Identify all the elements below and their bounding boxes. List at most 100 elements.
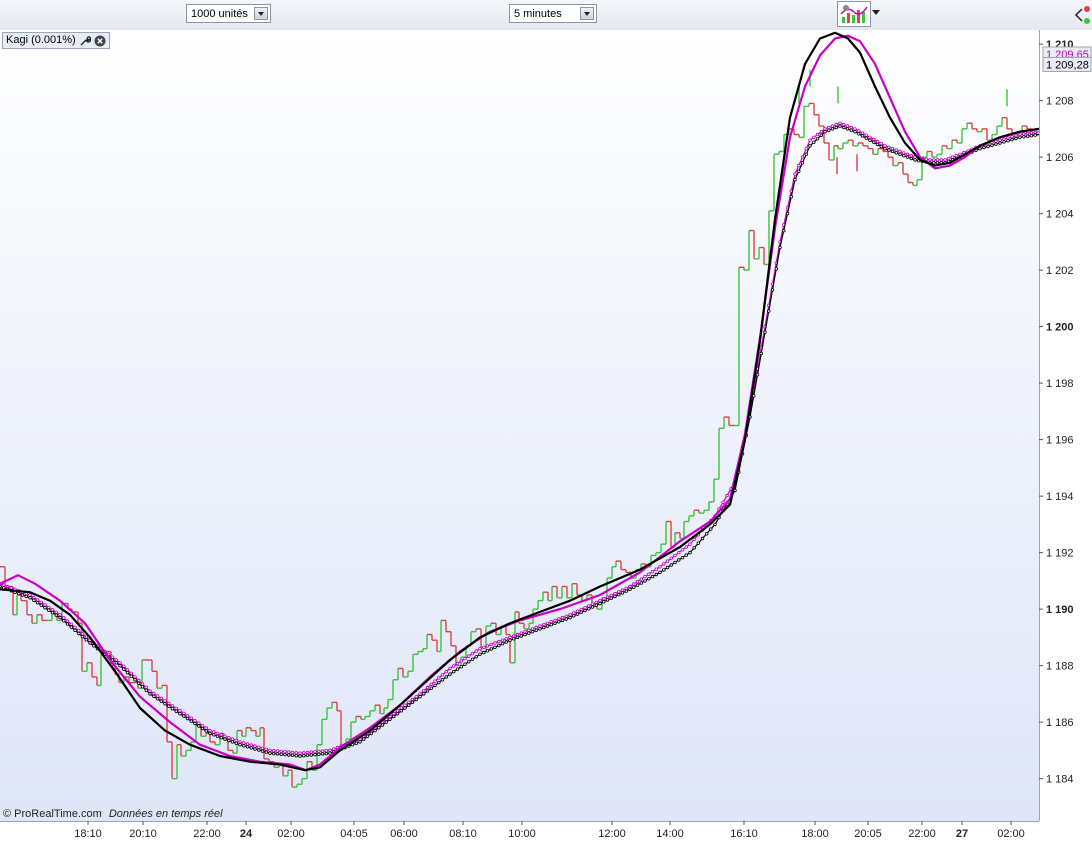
dotted-average-marker bbox=[122, 667, 126, 671]
dotted-average-marker bbox=[260, 746, 265, 750]
dotted-average-marker bbox=[838, 124, 842, 128]
dotted-average-marker bbox=[20, 593, 25, 597]
y-tick-label: 1 192 bbox=[1046, 548, 1074, 560]
dotted-average-marker bbox=[568, 615, 572, 620]
x-tick-label: 27 bbox=[956, 828, 968, 840]
attribution-note: Données en temps réel bbox=[108, 808, 223, 820]
dotted-average-marker bbox=[392, 712, 396, 716]
dotted-average-marker bbox=[534, 628, 538, 632]
dotted-average-marker bbox=[58, 613, 62, 617]
dotted-average-marker bbox=[782, 228, 786, 233]
dotted-average-marker bbox=[994, 142, 998, 146]
dotted-average-marker bbox=[500, 642, 505, 646]
dotted-average-marker bbox=[485, 649, 490, 653]
dotted-average-marker bbox=[834, 122, 838, 127]
dotted-average-marker bbox=[264, 750, 268, 754]
price-chart[interactable]: 1 184 1 186 1 188 1 190 1 192 1 194 1 196 1 198… bbox=[0, 0, 1092, 843]
dotted-average-marker bbox=[242, 741, 246, 745]
dotted-average-marker bbox=[178, 712, 182, 716]
dotted-average-marker bbox=[590, 602, 595, 606]
dotted-average-marker bbox=[767, 309, 771, 313]
dotted-average-marker bbox=[313, 752, 317, 757]
dotted-average-marker bbox=[140, 685, 145, 689]
dotted-average-marker bbox=[530, 630, 535, 634]
dotted-average-marker bbox=[478, 652, 482, 656]
dotted-average-marker bbox=[133, 678, 137, 682]
dotted-average-marker bbox=[234, 738, 238, 743]
dotted-average-marker bbox=[418, 695, 422, 699]
dotted-average-marker bbox=[185, 714, 190, 718]
dotted-average-marker bbox=[797, 163, 801, 168]
indicator-label[interactable]: Kagi (0.001%) bbox=[2, 32, 110, 49]
dotted-average-marker bbox=[215, 734, 220, 738]
dotted-average-marker bbox=[320, 752, 325, 756]
dotted-average-marker bbox=[875, 142, 880, 147]
dotted-average-marker bbox=[88, 641, 92, 645]
dotted-average-marker bbox=[534, 625, 538, 630]
dotted-average-marker bbox=[114, 658, 118, 662]
dotted-average-marker bbox=[658, 570, 662, 575]
dotted-average-marker bbox=[245, 745, 250, 749]
dotted-average-marker bbox=[883, 144, 887, 148]
dotted-average-marker bbox=[1006, 136, 1010, 140]
dotted-average-marker bbox=[902, 153, 906, 158]
dotted-average-marker bbox=[594, 600, 598, 605]
dotted-average-marker bbox=[167, 701, 171, 706]
y-tick-label: 1 194 bbox=[1046, 491, 1074, 503]
dotted-average-marker bbox=[590, 605, 595, 609]
dotted-average-marker bbox=[705, 532, 709, 536]
dotted-average-marker bbox=[238, 740, 242, 744]
dotted-average-marker bbox=[418, 692, 422, 696]
dotted-average-marker bbox=[298, 754, 302, 758]
dotted-average-marker bbox=[785, 211, 790, 216]
dotted-average-marker bbox=[395, 709, 400, 713]
dotted-average-marker bbox=[504, 637, 508, 641]
dotted-average-marker bbox=[950, 155, 955, 159]
dotted-average-marker bbox=[65, 619, 70, 623]
dotted-average-marker bbox=[227, 738, 231, 743]
dotted-average-marker bbox=[114, 661, 118, 665]
dotted-average-marker bbox=[658, 565, 662, 569]
dotted-average-marker bbox=[230, 740, 235, 744]
dotted-average-marker bbox=[354, 741, 358, 745]
dotted-average-marker bbox=[275, 749, 280, 753]
dotted-average-marker bbox=[583, 608, 587, 613]
dotted-average-marker bbox=[605, 598, 610, 602]
dotted-average-marker bbox=[643, 579, 647, 583]
dotted-average-marker bbox=[69, 622, 73, 626]
dotted-average-marker bbox=[384, 720, 388, 724]
dotted-average-marker bbox=[185, 716, 190, 721]
dotted-average-marker bbox=[842, 125, 846, 130]
dotted-average-marker bbox=[553, 618, 557, 623]
dotted-average-marker bbox=[253, 744, 257, 748]
dotted-average-marker bbox=[643, 574, 647, 579]
dotted-average-marker bbox=[125, 668, 130, 672]
dotted-average-line bbox=[0, 122, 1040, 754]
dotted-average-marker bbox=[954, 153, 958, 158]
dotted-average-marker bbox=[422, 689, 426, 693]
dotted-average-marker bbox=[249, 743, 253, 747]
dotted-average-marker bbox=[700, 536, 705, 541]
wrench-icon[interactable] bbox=[79, 35, 91, 47]
dotted-average-marker bbox=[617, 590, 621, 594]
dotted-average-marker bbox=[774, 267, 778, 271]
dotted-average-marker bbox=[635, 583, 640, 587]
dotted-average-marker bbox=[845, 124, 850, 128]
dotted-average-marker bbox=[1018, 132, 1022, 137]
dotted-average-marker bbox=[875, 139, 880, 144]
dotted-average-marker bbox=[395, 712, 400, 716]
dotted-average-marker bbox=[279, 752, 283, 756]
dotted-average-marker bbox=[467, 654, 471, 658]
dotted-average-marker bbox=[324, 751, 328, 756]
dotted-average-marker bbox=[497, 639, 501, 644]
price-axis-background bbox=[1039, 30, 1092, 821]
dotted-average-marker bbox=[688, 542, 692, 546]
dotted-average-marker bbox=[883, 146, 887, 151]
dotted-average-marker bbox=[287, 753, 291, 757]
dotted-average-marker bbox=[609, 593, 613, 598]
dotted-average-marker bbox=[804, 152, 808, 156]
dotted-average-marker bbox=[692, 537, 696, 542]
close-icon[interactable] bbox=[94, 35, 106, 47]
dotted-average-marker bbox=[257, 745, 261, 749]
dotted-average-marker bbox=[159, 699, 163, 703]
